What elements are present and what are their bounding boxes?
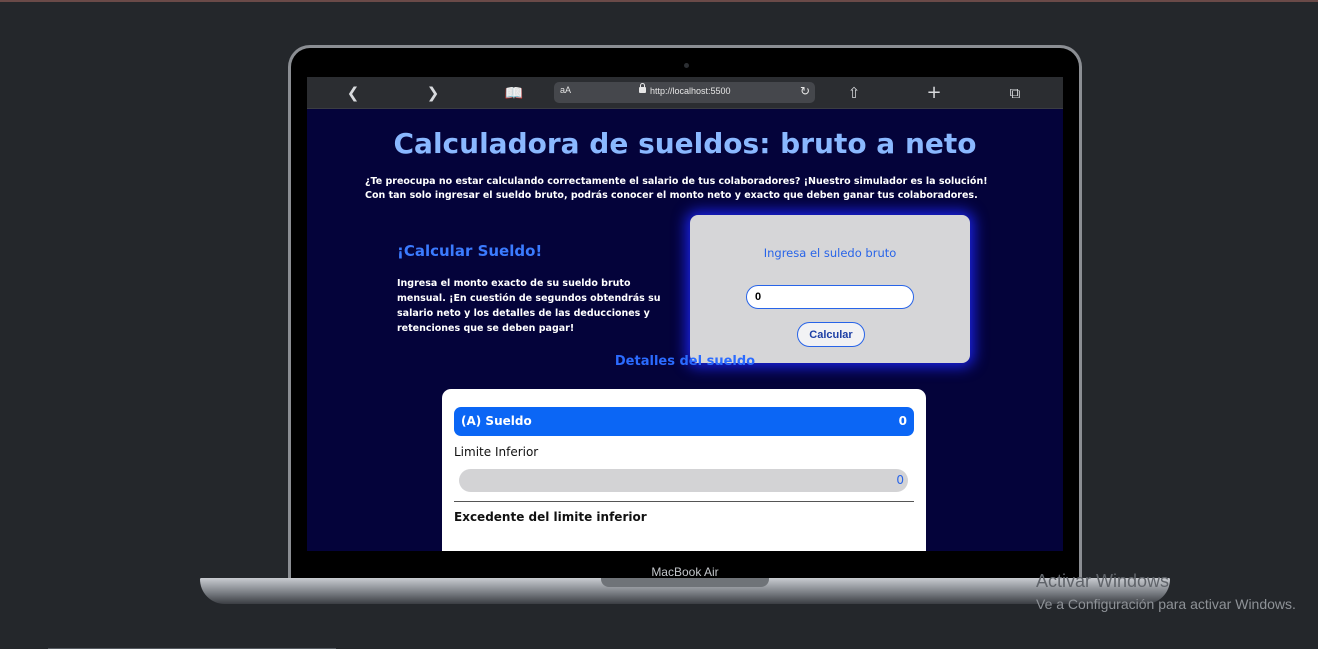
forward-icon[interactable]: ❯ [423,83,443,103]
sueldo-value: 0 [898,414,907,428]
tabs-overview-icon[interactable]: ⧉ [1005,83,1025,103]
calculate-button[interactable]: Calcular [797,322,865,347]
page-title: Calculadora de sueldos: bruto a neto [393,127,977,160]
calc-heading: ¡Calcular Sueldo! [397,242,543,260]
limite-inferior-value: 0 [896,473,904,487]
limite-inferior-label: Limite Inferior [454,445,539,459]
laptop-notch [601,578,769,587]
laptop-model-label: MacBook Air [651,565,719,579]
laptop-base [200,578,1170,604]
limite-inferior-field: 0 [459,469,908,492]
sueldo-label: (A) Sueldo [461,414,532,428]
url-text[interactable]: http://localhost:5500 [650,86,731,96]
address-bar[interactable]: aA http://localhost:5500 ↻ [554,82,815,103]
salary-details-card: (A) Sueldo 0 Limite Inferior 0 Excedente… [442,389,926,551]
reload-icon[interactable]: ↻ [800,84,810,98]
browser-toolbar: ❮ ❯ 📖 aA http://localhost:5500 ↻ ⇧ + ⧉ [307,77,1063,109]
window-top-border [0,0,1318,2]
salary-input-card: Ingresa el suledo bruto Calcular [690,215,970,363]
laptop-screen: ❮ ❯ 📖 aA http://localhost:5500 ↻ ⇧ + ⧉ C… [307,77,1063,551]
gross-salary-input[interactable] [746,285,914,309]
sueldo-row: (A) Sueldo 0 [454,407,914,436]
camera-dot [684,63,689,68]
bookmarks-icon[interactable]: 📖 [504,83,524,103]
share-icon[interactable]: ⇧ [844,83,864,103]
windows-activation-subtitle: Ve a Configuración para activar Windows. [1036,596,1296,612]
salary-input-label: Ingresa el suledo bruto [763,246,897,260]
calc-description: Ingresa el monto exacto de su sueldo bru… [397,278,661,334]
text-size-button[interactable]: aA [560,85,571,95]
back-icon[interactable]: ❮ [343,83,363,103]
intro-text: ¿Te preocupa no estar calculando correct… [365,176,988,201]
divider [454,501,914,502]
laptop-lid: ❮ ❯ 📖 aA http://localhost:5500 ↻ ⇧ + ⧉ C… [288,45,1082,583]
windows-activation-title: Activar Windows [1036,571,1170,591]
excedente-label: Excedente del limite inferior [454,510,647,524]
lock-icon [639,83,646,93]
new-tab-icon[interactable]: + [924,83,944,103]
details-heading: Detalles del sueldo [614,354,756,369]
